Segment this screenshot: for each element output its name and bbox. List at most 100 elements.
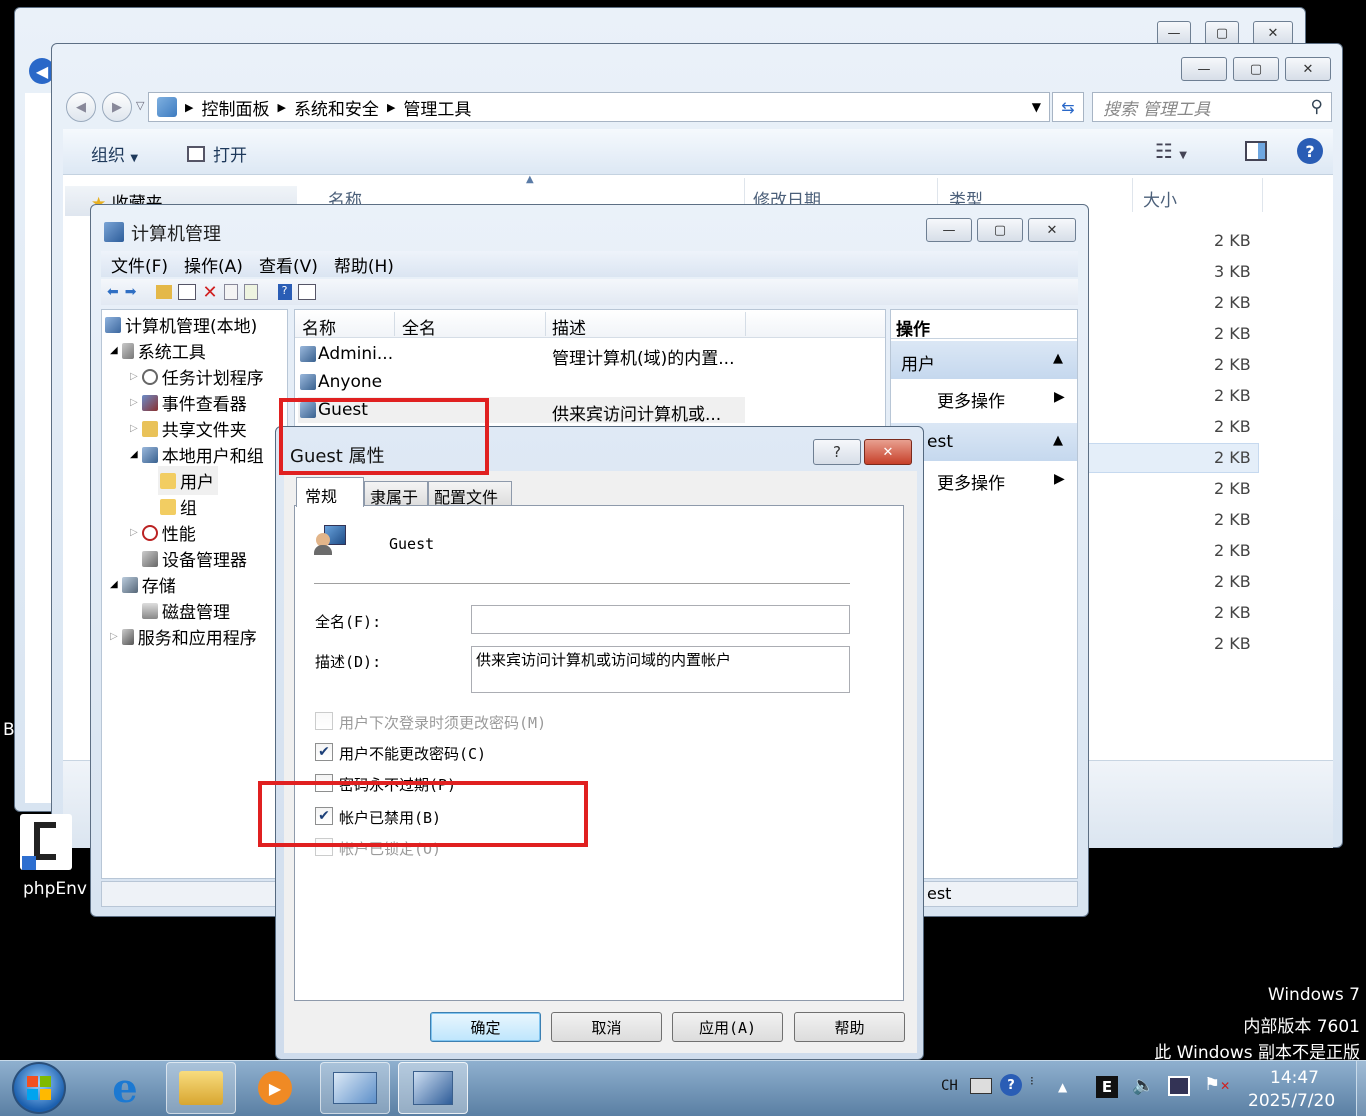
apply-button[interactable]: 应用(A) bbox=[672, 1012, 783, 1042]
tree-root[interactable]: 计算机管理(本地) bbox=[105, 312, 257, 337]
user-name: Anyone bbox=[318, 372, 383, 392]
tree-event-viewer[interactable]: ▷ 事件查看器 bbox=[130, 390, 247, 415]
ok-button[interactable]: 确定 bbox=[430, 1012, 541, 1042]
tree-shared-folders[interactable]: ▷ 共享文件夹 bbox=[130, 416, 247, 441]
dialog-help-button[interactable]: ? bbox=[813, 439, 861, 465]
help-icon[interactable]: ? bbox=[1297, 138, 1323, 164]
breadcrumb-item[interactable]: 管理工具 bbox=[403, 95, 471, 120]
show-tree-icon[interactable] bbox=[178, 284, 197, 300]
explorer-close-button[interactable]: ✕ bbox=[1285, 57, 1331, 81]
show-hidden-icons-icon[interactable]: ▲ bbox=[1058, 1080, 1067, 1094]
menu-view[interactable]: 查看(V) bbox=[259, 252, 318, 277]
view-options-button[interactable]: ☷ ▼ bbox=[1155, 139, 1187, 163]
list-header-fullname[interactable]: 全名 bbox=[402, 314, 436, 339]
preview-pane-icon[interactable] bbox=[1245, 141, 1267, 161]
tree-performance[interactable]: ▷ 性能 bbox=[130, 520, 196, 545]
address-bar[interactable]: ▶ 控制面板 ▶ 系统和安全 ▶ 管理工具 ▼ bbox=[148, 92, 1050, 122]
menu-help[interactable]: 帮助(H) bbox=[334, 252, 394, 277]
tree-device-manager[interactable]: 设备管理器 bbox=[142, 546, 247, 571]
table-row[interactable]: Admini... 管理计算机(域)的内置... bbox=[298, 341, 748, 369]
internet-explorer-icon: e bbox=[112, 1064, 138, 1112]
cancel-button[interactable]: 取消 bbox=[551, 1012, 662, 1042]
fullname-field[interactable] bbox=[471, 605, 850, 634]
back-arrow-icon[interactable]: ⬅ bbox=[107, 284, 119, 300]
keyboard-icon[interactable] bbox=[970, 1078, 992, 1094]
bg-close-button[interactable]: ✕ bbox=[1253, 21, 1293, 45]
tree-storage[interactable]: ◢ 存储 bbox=[110, 572, 176, 597]
show-desktop-button[interactable] bbox=[1356, 1061, 1366, 1116]
search-input[interactable]: 搜索 管理工具 bbox=[1103, 95, 1210, 120]
forward-arrow-icon[interactable]: ➡ bbox=[125, 284, 137, 300]
back-button[interactable]: ◀ bbox=[66, 92, 96, 122]
action-center-flag-icon[interactable]: ⚑✕ bbox=[1204, 1074, 1230, 1095]
ime-help-icon[interactable]: ? bbox=[1000, 1074, 1022, 1096]
tree-groups[interactable]: 组 bbox=[160, 494, 197, 519]
compmgmt-title: 计算机管理 bbox=[131, 224, 221, 245]
clock-time[interactable]: 14:47 bbox=[1270, 1068, 1319, 1088]
history-dropdown-icon[interactable]: ▽ bbox=[136, 99, 144, 112]
explorer-minimize-button[interactable]: — bbox=[1181, 57, 1227, 81]
address-dropdown-icon[interactable]: ▼ bbox=[1032, 100, 1041, 114]
open-button[interactable]: 打开 bbox=[187, 141, 247, 166]
bg-maximize-button[interactable]: ▢ bbox=[1205, 21, 1239, 45]
tab-profile[interactable]: 配置文件 bbox=[428, 481, 512, 507]
search-box[interactable]: 搜索 管理工具 ⚲ bbox=[1092, 92, 1332, 122]
menu-action[interactable]: 操作(A) bbox=[184, 252, 243, 277]
search-icon[interactable]: ⚲ bbox=[1311, 97, 1323, 117]
clock-date[interactable]: 2025/7/20 bbox=[1248, 1091, 1335, 1111]
list-header-description[interactable]: 描述 bbox=[552, 314, 586, 339]
column-header-size[interactable]: 大小 bbox=[1143, 186, 1177, 211]
refresh-button[interactable]: ⇆ bbox=[1052, 92, 1084, 122]
explorer-maximize-button[interactable]: ▢ bbox=[1233, 57, 1279, 81]
description-field[interactable]: 供来宾访问计算机或访问域的内置帐户 bbox=[471, 646, 850, 693]
breadcrumb-item[interactable]: 控制面板 bbox=[201, 95, 269, 120]
list-header-name[interactable]: 名称 bbox=[302, 314, 336, 339]
taskbar-explorer[interactable] bbox=[166, 1062, 236, 1114]
taskbar-server-manager[interactable] bbox=[320, 1062, 390, 1114]
tab-general[interactable]: 常规 bbox=[296, 477, 364, 507]
compmgmt-maximize-button[interactable]: ▢ bbox=[977, 218, 1023, 242]
tab-member-of[interactable]: 隶属于 bbox=[364, 481, 428, 507]
tree-local-users-groups[interactable]: ◢ 本地用户和组 bbox=[130, 442, 264, 467]
more-actions-1[interactable]: 更多操作 bbox=[937, 387, 1005, 412]
tree-services-apps[interactable]: ▷ 服务和应用程序 bbox=[110, 624, 257, 649]
network-icon[interactable] bbox=[1168, 1076, 1190, 1096]
taskbar-computer-management[interactable] bbox=[398, 1062, 468, 1114]
dialog-close-button[interactable]: ✕ bbox=[864, 439, 912, 465]
checkbox-must-change-password[interactable] bbox=[315, 712, 333, 730]
phpenv-desktop-icon[interactable] bbox=[20, 812, 90, 872]
more-actions-2[interactable]: 更多操作 bbox=[937, 469, 1005, 494]
tree-users[interactable]: 用户 bbox=[158, 466, 218, 495]
organize-menu[interactable]: 组织 ▼ bbox=[91, 141, 138, 166]
collapse-icon: ▲ bbox=[1053, 351, 1063, 366]
volume-icon[interactable]: 🔈 bbox=[1132, 1075, 1154, 1096]
table-row[interactable]: Anyone bbox=[298, 369, 748, 395]
forward-button[interactable]: ▶ bbox=[102, 92, 132, 122]
checkbox-cannot-change-password[interactable]: ✔ bbox=[315, 743, 333, 761]
tree-task-scheduler[interactable]: ▷ 任务计划程序 bbox=[130, 364, 264, 389]
help-button[interactable]: 帮助 bbox=[794, 1012, 905, 1042]
start-button[interactable] bbox=[12, 1062, 66, 1114]
menu-file[interactable]: 文件(F) bbox=[111, 252, 168, 277]
folder-icon bbox=[160, 498, 176, 515]
tree-system-tools[interactable]: ◢ 系统工具 bbox=[110, 338, 206, 363]
compmgmt-close-button[interactable]: ✕ bbox=[1028, 218, 1076, 242]
up-folder-icon[interactable] bbox=[156, 285, 173, 299]
bg-minimize-button[interactable]: — bbox=[1157, 21, 1191, 45]
help-book-icon[interactable]: ? bbox=[277, 284, 292, 300]
actions-section-users[interactable]: 用户 ▲ bbox=[891, 341, 1077, 379]
show-action-pane-icon[interactable] bbox=[297, 284, 316, 300]
language-indicator[interactable]: CH bbox=[941, 1078, 958, 1094]
ime-options-icon[interactable]: ⁝ bbox=[1030, 1074, 1034, 1088]
compmgmt-minimize-button[interactable]: — bbox=[926, 218, 972, 242]
tree-disk-management[interactable]: 磁盘管理 bbox=[142, 598, 230, 623]
event-viewer-icon bbox=[141, 394, 158, 411]
phpenv-label[interactable]: phpEnv bbox=[23, 879, 87, 899]
properties-icon[interactable] bbox=[223, 284, 238, 300]
taskbar-ie[interactable]: e bbox=[90, 1062, 160, 1114]
export-icon[interactable] bbox=[243, 284, 258, 300]
breadcrumb-item[interactable]: 系统和安全 bbox=[294, 95, 379, 120]
e-tray-icon[interactable]: E bbox=[1096, 1076, 1118, 1098]
delete-icon[interactable]: ✕ bbox=[202, 282, 217, 303]
taskbar-media-player[interactable]: ▶ bbox=[240, 1062, 310, 1114]
